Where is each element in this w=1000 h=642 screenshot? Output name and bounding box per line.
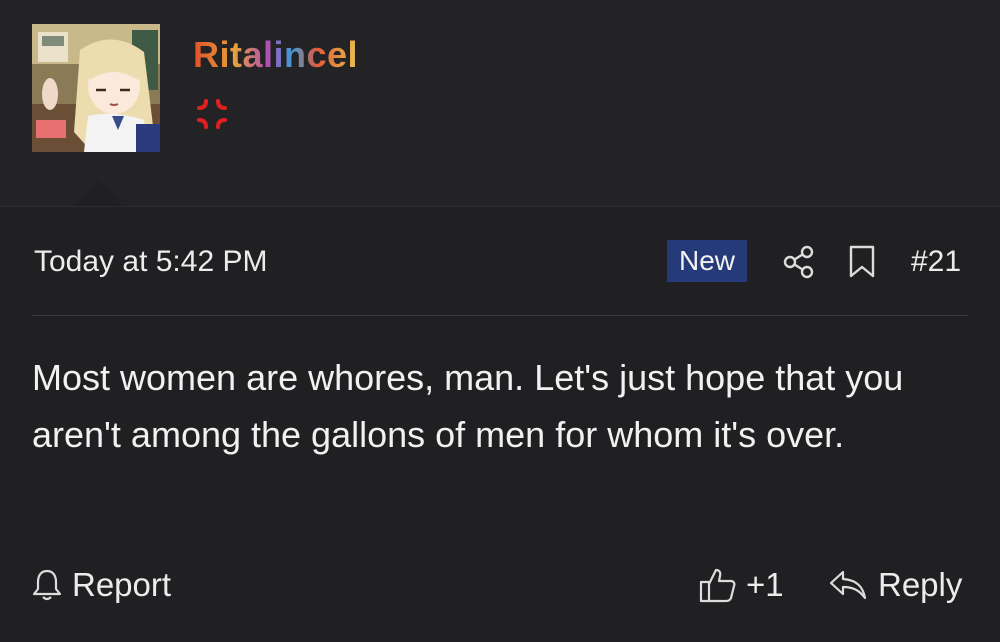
speech-pointer xyxy=(72,180,124,206)
thumbs-up-icon xyxy=(698,565,738,605)
like-count: +1 xyxy=(746,566,784,603)
post-timestamp[interactable]: Today at 5:42 PM xyxy=(34,245,267,279)
post-body: Today at 5:42 PM New #21 Most women are … xyxy=(0,206,1000,642)
bell-icon xyxy=(32,568,62,602)
reply-label: Reply xyxy=(878,566,963,603)
like-button[interactable]: +1 xyxy=(698,563,784,607)
post-message: Most women are whores, man. Let's just h… xyxy=(32,357,904,455)
reply-button[interactable]: Reply xyxy=(828,563,962,607)
new-badge: New xyxy=(667,240,747,282)
report-label: Report xyxy=(72,566,172,603)
anger-symbol-icon xyxy=(194,96,230,132)
share-icon[interactable] xyxy=(782,245,816,279)
bookmark-icon[interactable] xyxy=(848,245,876,279)
reply-icon xyxy=(828,568,868,602)
divider xyxy=(32,315,968,316)
report-button[interactable]: Report xyxy=(32,563,171,607)
user-avatar[interactable] xyxy=(32,24,160,152)
username[interactable]: Ritalincel xyxy=(193,34,358,76)
user-header: Ritalincel xyxy=(0,0,1000,206)
post-number[interactable]: #21 xyxy=(911,245,961,279)
